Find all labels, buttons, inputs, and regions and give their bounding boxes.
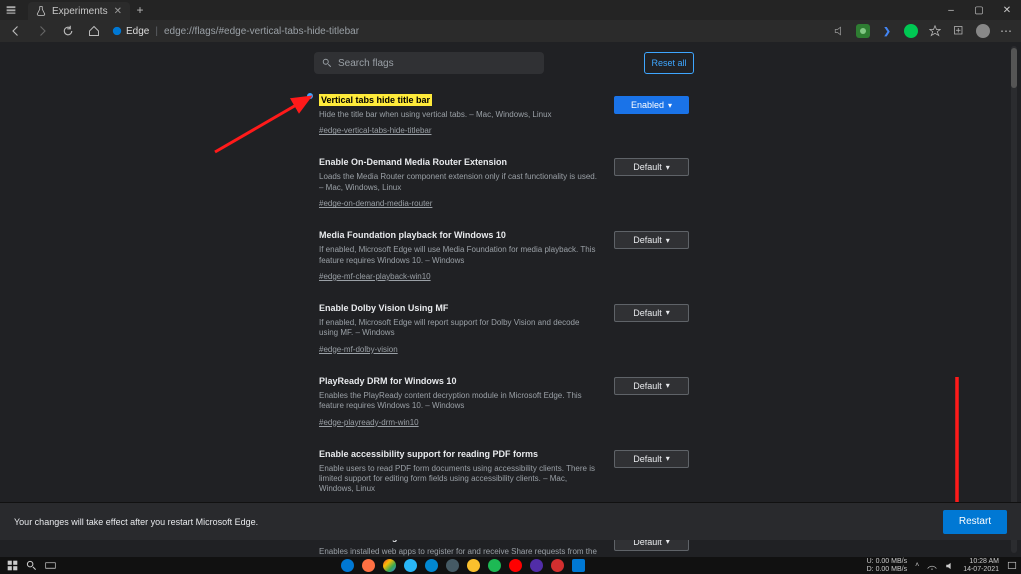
taskbar-app-youtube[interactable] [509, 559, 522, 572]
chevron-down-icon: ▾ [666, 308, 670, 317]
search-input[interactable]: Search flags [314, 52, 544, 74]
forward-button[interactable] [34, 23, 50, 39]
refresh-button[interactable] [60, 23, 76, 39]
flag-title: Enable On-Demand Media Router Extension [319, 157, 507, 167]
page-content: Search flags Reset all Vertical tabs hid… [0, 42, 1021, 557]
back-button[interactable] [8, 23, 24, 39]
flag-title: Enable accessibility support for reading… [319, 449, 538, 459]
search-icon [322, 58, 332, 68]
extension-icon-2[interactable]: ❯ [880, 24, 894, 38]
taskbar-apps [341, 559, 585, 572]
chevron-down-icon: ▾ [666, 454, 670, 463]
flag-description: Hide the title bar when using vertical t… [319, 110, 599, 120]
chevron-down-icon: ▾ [668, 101, 672, 110]
chevron-down-icon: ▾ [666, 381, 670, 390]
flag-select[interactable]: Default ▾ [614, 231, 689, 249]
taskbar-app-terminal[interactable] [446, 559, 459, 572]
flag-row: Vertical tabs hide title bar Hide the tit… [319, 90, 689, 138]
restart-message: Your changes will take effect after you … [14, 517, 258, 527]
flag-select[interactable]: Default ▾ [614, 377, 689, 395]
windows-taskbar: U: 0.00 MB/s D: 0.00 MB/s ˄ 10:28 AM 14-… [0, 557, 1021, 574]
flag-row: PlayReady DRM for Windows 10 Enables the … [319, 371, 689, 430]
taskbar-app-teams[interactable] [530, 559, 543, 572]
tab-actions-icon[interactable] [0, 0, 22, 20]
flag-description: If enabled, Microsoft Edge will report s… [319, 318, 599, 339]
new-tab-button[interactable]: + [130, 0, 150, 20]
minimize-button[interactable]: – [937, 0, 965, 20]
flag-select[interactable]: Enabled ▾ [614, 96, 689, 114]
settings-menu-button[interactable]: ⋯ [1000, 24, 1013, 38]
modified-indicator [307, 93, 313, 99]
profile-avatar[interactable] [976, 24, 990, 38]
tab-title: Experiments [52, 6, 108, 17]
taskbar-app-files[interactable] [467, 559, 480, 572]
flag-select[interactable]: Default ▾ [614, 450, 689, 468]
edge-icon [112, 26, 122, 36]
address-bar[interactable]: Edge | edge://flags/#edge-vertical-tabs-… [112, 26, 359, 37]
read-aloud-icon[interactable] [832, 24, 846, 38]
taskbar-app-vscode[interactable] [425, 559, 438, 572]
scrollbar[interactable] [1011, 46, 1017, 553]
flag-anchor-link[interactable]: #edge-mf-dolby-vision [319, 345, 398, 354]
flag-description: Enables installed web apps to register f… [319, 547, 599, 557]
net-stats: U: 0.00 MB/s D: 0.00 MB/s [867, 558, 907, 573]
flag-row: Enable Dolby Vision Using MF If enabled, … [319, 298, 689, 357]
restart-button[interactable]: Restart [943, 510, 1007, 534]
flag-title: Media Foundation playback for Windows 10 [319, 230, 506, 240]
flag-description: Enable users to read PDF form documents … [319, 464, 599, 495]
collections-icon[interactable] [952, 24, 966, 38]
flag-title: Enable Dolby Vision Using MF [319, 303, 448, 313]
taskbar-app-spotify[interactable] [488, 559, 501, 572]
close-window-button[interactable]: ✕ [993, 0, 1021, 20]
taskbar-app-edge[interactable] [341, 559, 354, 572]
taskbar-search-icon[interactable] [23, 557, 40, 574]
flag-select[interactable]: Default ▾ [614, 304, 689, 322]
taskbar-app-firefox[interactable] [362, 559, 375, 572]
reset-all-button[interactable]: Reset all [644, 52, 694, 74]
extension-icon-1[interactable] [856, 24, 870, 38]
flag-anchor-link[interactable]: #edge-playready-drm-win10 [319, 418, 419, 427]
favorites-icon[interactable] [928, 24, 942, 38]
flags-list: Vertical tabs hide title bar Hide the tit… [319, 90, 689, 557]
flag-select[interactable]: Default ▾ [614, 158, 689, 176]
chevron-down-icon: ▾ [666, 163, 670, 172]
tab-close-icon[interactable]: ✕ [114, 6, 122, 17]
flag-anchor-link[interactable]: #edge-vertical-tabs-hide-titlebar [319, 126, 432, 135]
task-view-icon[interactable] [42, 557, 59, 574]
flag-anchor-link[interactable]: #edge-on-demand-media-router [319, 199, 432, 208]
site-identity: Edge [112, 26, 149, 37]
url-text: edge://flags/#edge-vertical-tabs-hide-ti… [164, 26, 359, 37]
taskbar-app-office[interactable] [551, 559, 564, 572]
notifications-icon[interactable] [1007, 561, 1017, 571]
flag-description: Enables the PlayReady content decryption… [319, 391, 599, 412]
flag-row: Enable On-Demand Media Router Extension L… [319, 152, 689, 211]
clock[interactable]: 10:28 AM 14-07-2021 [963, 558, 999, 573]
extension-icon-3[interactable] [904, 24, 918, 38]
flag-title: Vertical tabs hide title bar [319, 94, 432, 106]
flag-description: Loads the Media Router component extensi… [319, 172, 599, 193]
flask-icon [36, 6, 46, 16]
titlebar: Experiments ✕ + – ▢ ✕ [0, 0, 1021, 20]
tray-volume-icon[interactable] [945, 561, 955, 571]
flag-anchor-link[interactable]: #edge-mf-clear-playback-win10 [319, 272, 431, 281]
tray-chevron-icon[interactable]: ˄ [915, 562, 919, 569]
search-placeholder: Search flags [338, 58, 394, 69]
browser-toolbar: Edge | edge://flags/#edge-vertical-tabs-… [0, 20, 1021, 42]
browser-tab[interactable]: Experiments ✕ [28, 2, 130, 20]
maximize-button[interactable]: ▢ [965, 0, 993, 20]
taskbar-app-chrome[interactable] [383, 559, 396, 572]
flag-title: PlayReady DRM for Windows 10 [319, 376, 456, 386]
tray-network-icon[interactable] [927, 561, 937, 571]
taskbar-app-telegram[interactable] [404, 559, 417, 572]
taskbar-app-settings[interactable] [572, 559, 585, 572]
flag-description: If enabled, Microsoft Edge will use Medi… [319, 245, 599, 266]
scroll-thumb[interactable] [1011, 48, 1017, 88]
start-button[interactable] [4, 557, 21, 574]
restart-bar: Your changes will take effect after you … [0, 502, 1021, 540]
home-button[interactable] [86, 23, 102, 39]
flag-row: Media Foundation playback for Windows 10… [319, 225, 689, 284]
chevron-down-icon: ▾ [666, 236, 670, 245]
